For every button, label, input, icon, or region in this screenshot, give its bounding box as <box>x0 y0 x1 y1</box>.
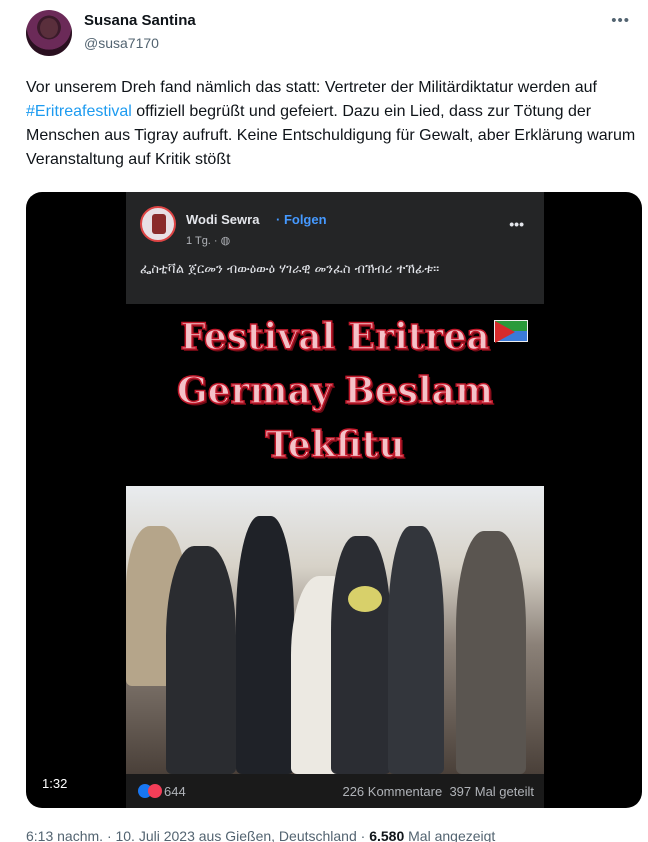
tweet-timestamp[interactable]: 6:13 nachm. · 10. Juli 2023 aus Gießen, … <box>26 828 369 842</box>
tweet-text: Vor unserem Dreh fand nämlich das statt:… <box>26 76 636 172</box>
share-count: 397 Mal geteilt <box>449 784 534 799</box>
globe-icon: ◍ <box>220 235 231 247</box>
tweet-meta: 6:13 nachm. · 10. Juli 2023 aus Gießen, … <box>26 828 495 842</box>
banner-line-2: Germay Beslam <box>176 369 494 413</box>
view-label: Mal angezeigt <box>404 828 496 842</box>
reactions: 644 <box>138 784 186 799</box>
author-name[interactable]: Susana Santina <box>84 12 196 29</box>
post-header: Wodi Sewra · Folgen 1 Tg. · ◍ ••• ፌስቲቫል … <box>126 192 544 304</box>
hashtag-link[interactable]: #Eritreafestival <box>26 103 132 120</box>
post-time-text: 1 Tg. · <box>186 235 221 247</box>
page-name: Wodi Sewra <box>186 212 260 227</box>
reaction-count: 644 <box>164 784 186 799</box>
post-stats: 226 Kommentare 397 Mal geteilt <box>342 784 534 799</box>
more-options-icon[interactable]: ••• <box>611 12 630 29</box>
eritrea-flag-icon <box>494 320 528 343</box>
banner-line-3: Tekfitu <box>265 423 406 467</box>
post-more-icon: ••• <box>509 216 524 232</box>
page-avatar <box>140 206 176 242</box>
avatar[interactable] <box>26 10 72 56</box>
tweet-text-part: Vor unserem Dreh fand nämlich das statt:… <box>26 79 597 96</box>
video-duration: 1:32 <box>36 774 74 793</box>
video-frame <box>126 486 544 774</box>
post-footer: 644 226 Kommentare 397 Mal geteilt <box>126 774 544 808</box>
video-player[interactable]: Wodi Sewra · Folgen 1 Tg. · ◍ ••• ፌስቲቫል … <box>26 192 642 808</box>
banner-line-1: Festival Eritrea <box>180 315 491 359</box>
view-count: 6.580 <box>369 828 405 842</box>
comment-count: 226 Kommentare <box>342 784 443 799</box>
post-time: 1 Tg. · ◍ <box>186 234 230 247</box>
embedded-facebook-post: Wodi Sewra · Folgen 1 Tg. · ◍ ••• ፌስቲቫል … <box>126 192 544 808</box>
author-handle[interactable]: @susa7170 <box>84 35 159 51</box>
love-reaction-icon <box>148 784 162 798</box>
video-title-banner: Festival Eritrea Germay Beslam Tekfitu <box>126 304 544 486</box>
post-caption: ፌስቲቫል ጀርመን ብውዕውዕ ሃገራዊ መንፈስ ብኽብሪ ተኸፊቱ። <box>140 262 440 277</box>
follow-link: · Folgen <box>276 212 327 227</box>
